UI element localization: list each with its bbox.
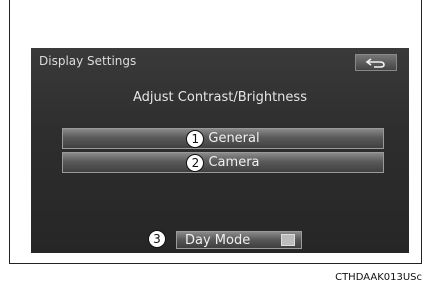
back-button[interactable] (355, 54, 397, 71)
day-mode-button[interactable]: Day Mode (176, 231, 302, 249)
adjust-heading: Adjust Contrast/Brightness (133, 90, 307, 105)
screen-title: Display Settings (39, 54, 137, 68)
camera-label: Camera (208, 155, 260, 170)
display-settings-screen: Display Settings Adjust Contrast/Brightn… (31, 48, 409, 253)
figure-caption: CTHDAAK013USc (335, 272, 422, 283)
day-mode-label: Day Mode (185, 232, 251, 248)
general-button[interactable]: 1 General (62, 128, 384, 149)
camera-button[interactable]: 2 Camera (62, 152, 384, 173)
general-label: General (208, 131, 260, 146)
back-arrow-icon (365, 57, 385, 68)
callout-2: 2 (186, 153, 205, 172)
day-mode-indicator (281, 234, 295, 246)
callout-1: 1 (186, 129, 205, 148)
callout-3: 3 (148, 230, 166, 248)
